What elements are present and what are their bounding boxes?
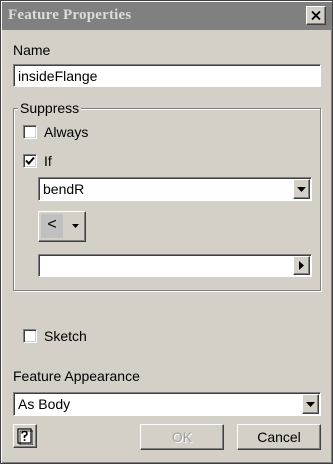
suppress-group-label: Suppress — [18, 100, 82, 116]
feature-properties-dialog: Feature Properties Name insideFlange Sup… — [0, 0, 333, 464]
sketch-label: Sketch — [44, 328, 87, 344]
name-input-value: insideFlange — [18, 68, 98, 84]
cancel-button[interactable]: Cancel — [237, 424, 321, 450]
feature-appearance-dropdown-button[interactable] — [302, 394, 319, 414]
close-icon — [311, 11, 321, 20]
chevron-down-icon — [72, 224, 79, 228]
compare-value-expand-button[interactable] — [293, 256, 310, 275]
title-bar[interactable]: Feature Properties — [2, 2, 331, 30]
chevron-right-icon — [299, 261, 304, 270]
parameter-dropdown-button[interactable] — [293, 179, 310, 199]
window-title: Feature Properties — [8, 7, 132, 23]
help-button[interactable] — [13, 424, 37, 448]
feature-appearance-select[interactable]: As Body — [13, 392, 321, 416]
name-input[interactable]: insideFlange — [13, 64, 321, 87]
ok-button[interactable]: OK — [140, 424, 224, 450]
chevron-down-icon — [297, 186, 306, 192]
parameter-select-value: bendR — [43, 181, 85, 197]
close-button[interactable] — [306, 6, 326, 25]
if-label: If — [44, 153, 52, 169]
name-label: Name — [13, 42, 51, 58]
parameter-select[interactable]: bendR — [38, 177, 312, 201]
operator-value: < — [41, 214, 63, 238]
checkmark-icon — [25, 156, 35, 165]
sketch-checkbox[interactable] — [23, 329, 37, 343]
if-checkbox[interactable] — [23, 154, 37, 168]
feature-appearance-value: As Body — [18, 396, 71, 412]
always-label: Always — [44, 124, 89, 140]
operator-select[interactable]: < — [38, 211, 86, 242]
help-icon — [17, 427, 33, 445]
always-checkbox[interactable] — [23, 125, 37, 139]
feature-appearance-label: Feature Appearance — [13, 368, 140, 384]
chevron-down-icon — [306, 401, 315, 407]
compare-value-input[interactable] — [38, 254, 312, 277]
